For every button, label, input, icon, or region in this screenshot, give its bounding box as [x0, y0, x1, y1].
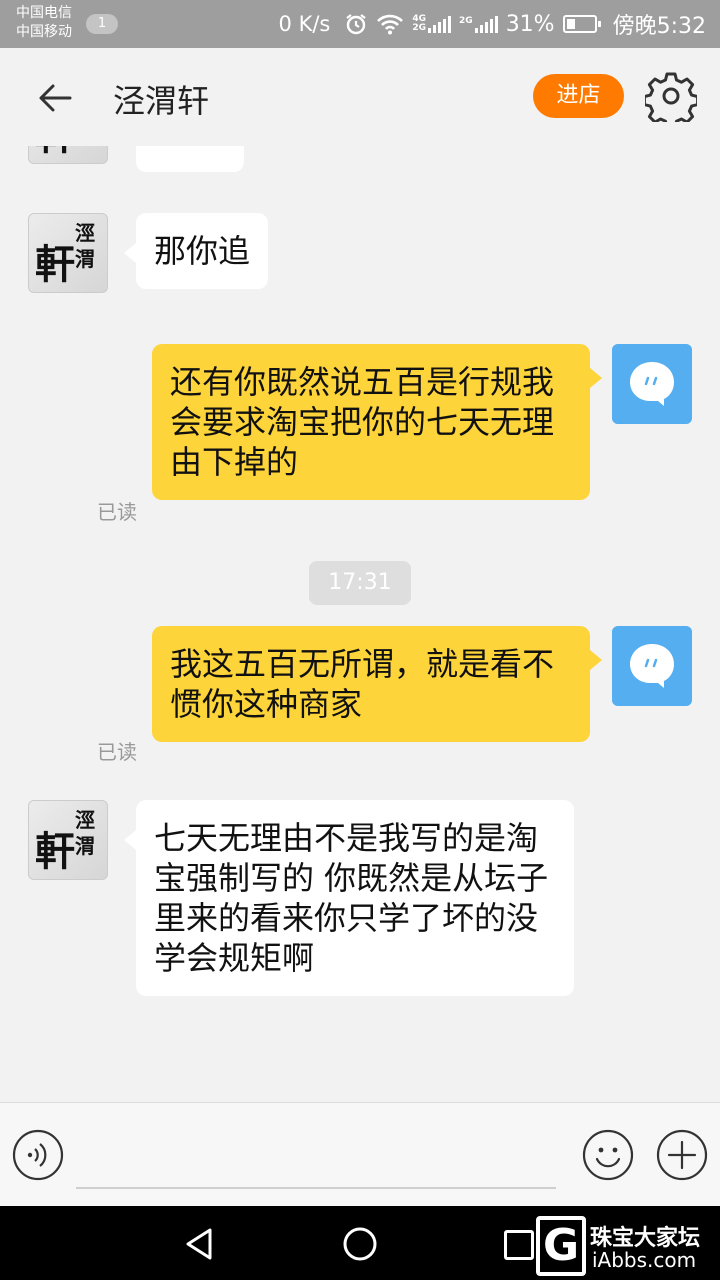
- network-speed: 0 K/s: [278, 12, 331, 36]
- carrier-2: 中国移动: [16, 24, 72, 40]
- voice-icon[interactable]: [12, 1129, 64, 1181]
- message-input[interactable]: [76, 1187, 556, 1189]
- gear-icon[interactable]: [645, 70, 697, 122]
- status-indicators: 0 K/s 4G 2G 2G 31% 傍晚5:32: [279, 0, 706, 48]
- message-list[interactable]: 軒 涇渭 軒 涇渭 那你追 还有你既然说五百是行规我会要求淘宝把你的七天无理由下…: [0, 146, 720, 1102]
- plus-icon[interactable]: [656, 1129, 708, 1181]
- net-label-3: 2G: [459, 16, 473, 26]
- timestamp: 17:31: [309, 561, 411, 605]
- carrier-labels: 中国电信 中国移动: [16, 4, 72, 42]
- input-bar: [0, 1102, 720, 1206]
- watermark-logo: G: [536, 1216, 586, 1276]
- shop-avatar[interactable]: 軒 涇渭: [28, 146, 108, 164]
- message-bubble-in[interactable]: 七天无理由不是我写的是淘宝强制写的 你既然是从坛子里来的看来你只学了坏的没学会规…: [124, 800, 574, 996]
- avatar-glyph: 軒: [35, 241, 75, 288]
- signal-4g: 4G 2G: [412, 15, 452, 33]
- battery-icon: [562, 15, 601, 33]
- net-label-2: 2G: [412, 23, 427, 33]
- avatar-glyph: 軒: [35, 828, 75, 875]
- message-bubble-partial[interactable]: [136, 146, 244, 172]
- status-bar: 中国电信 中国移动 1 0 K/s 4G 2G 2G 31% 傍晚5:32: [0, 0, 720, 48]
- signal-bars-1: [428, 15, 452, 33]
- avatar-glyph-small: 涇渭: [75, 221, 95, 271]
- read-status: 已读: [97, 500, 137, 524]
- avatar-glyph: 軒: [35, 146, 75, 161]
- signal-2g: 2G: [459, 15, 498, 33]
- chat-header: 泾渭轩 进店: [0, 48, 720, 146]
- message-bubble-out[interactable]: 还有你既然说五百是行规我会要求淘宝把你的七天无理由下掉的: [152, 344, 602, 500]
- avatar-glyph-small: 涇渭: [75, 808, 95, 858]
- sim-badge: 1: [86, 14, 118, 34]
- watermark-url: iAbbs.com: [592, 1248, 697, 1272]
- nav-back-icon[interactable]: [180, 1224, 220, 1264]
- nav-recents-icon[interactable]: [504, 1230, 534, 1260]
- nav-home-icon[interactable]: [340, 1224, 380, 1264]
- signal-bars-2: [474, 15, 498, 33]
- alarm-icon: [346, 14, 367, 35]
- user-avatar-icon[interactable]: [612, 344, 692, 424]
- shop-avatar[interactable]: 軒 涇渭: [28, 800, 108, 880]
- message-bubble-in[interactable]: 那你追: [123, 213, 269, 289]
- read-status: 已读: [97, 740, 137, 764]
- enter-shop-button[interactable]: 进店: [533, 74, 624, 118]
- message-bubble-out[interactable]: 我这五百无所谓，就是看不惯你这种商家: [152, 626, 602, 742]
- wifi-icon: [377, 14, 404, 35]
- chat-title: 泾渭轩: [113, 82, 210, 120]
- emoji-icon[interactable]: [582, 1129, 634, 1181]
- shop-avatar[interactable]: 軒 涇渭: [28, 213, 108, 293]
- battery-percent: 31%: [505, 11, 555, 37]
- clock: 傍晚5:32: [612, 14, 706, 39]
- carrier-1: 中国电信: [16, 5, 72, 21]
- user-avatar-icon[interactable]: [612, 626, 692, 706]
- forum-watermark: G 珠宝大家坛 iAbbs.com: [536, 1214, 720, 1278]
- back-arrow-icon[interactable]: [36, 78, 76, 118]
